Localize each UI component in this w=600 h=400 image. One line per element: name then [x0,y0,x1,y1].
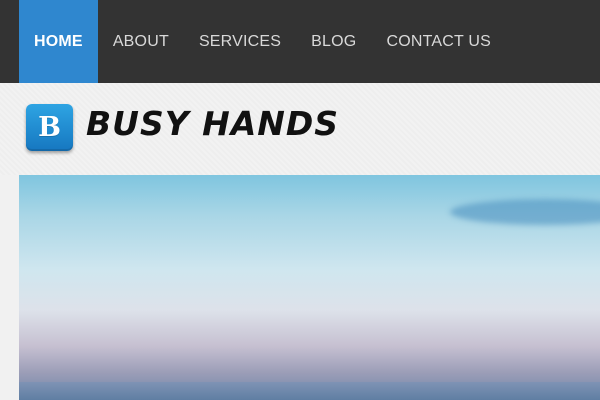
nav-item-contact-us[interactable]: CONTACT US [371,0,506,83]
logo-letter: B [38,112,61,143]
nav-item-about[interactable]: ABOUT [98,0,184,83]
horizon-image [19,382,600,400]
hero-image [19,175,600,400]
nav-item-blog[interactable]: BLOG [296,0,371,83]
logo-icon[interactable]: B [26,104,73,151]
site-title[interactable]: BUSY HANDS [86,107,339,140]
nav-item-home[interactable]: HOME [19,0,98,83]
nav-item-services[interactable]: SERVICES [184,0,296,83]
top-navigation-bar: HOME ABOUT SERVICES BLOG CONTACT US [0,0,600,83]
nav-menu: HOME ABOUT SERVICES BLOG CONTACT US [19,0,506,83]
cloud-image [450,199,600,225]
